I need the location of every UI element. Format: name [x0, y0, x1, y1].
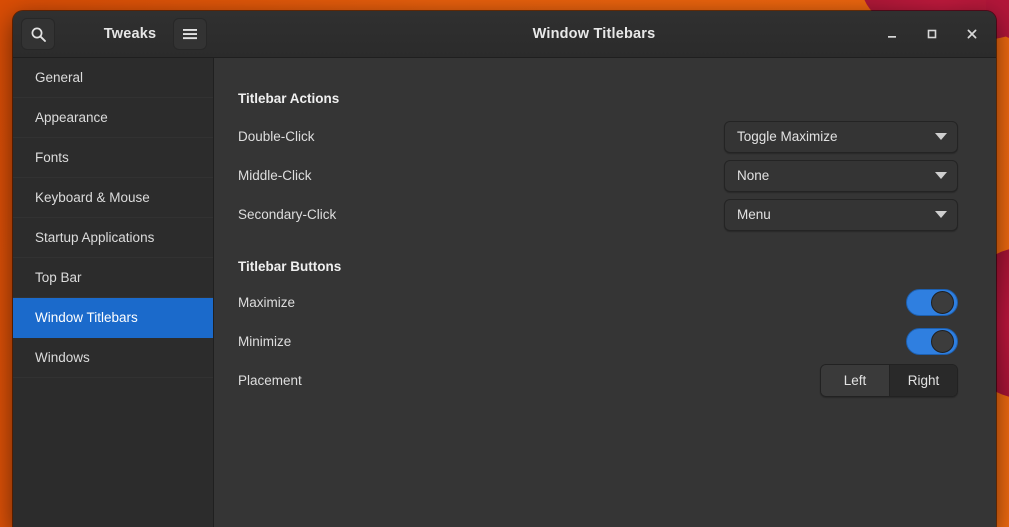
- middle-click-value: None: [737, 168, 770, 183]
- window-headerbar: Tweaks Window Titlebars: [13, 11, 996, 58]
- app-title: Tweaks: [103, 26, 157, 42]
- row-minimize: Minimize: [238, 322, 958, 361]
- window-controls: [880, 11, 984, 57]
- search-icon: [31, 27, 46, 42]
- double-click-dropdown[interactable]: Toggle Maximize: [724, 120, 958, 153]
- minimize-button[interactable]: [880, 22, 904, 46]
- hamburger-menu-icon: [183, 29, 197, 40]
- sidebar-item-startup-applications[interactable]: Startup Applications: [13, 218, 213, 258]
- close-button[interactable]: [960, 22, 984, 46]
- toggle-knob: [931, 330, 954, 353]
- titlebar-buttons-heading: Titlebar Buttons: [238, 259, 342, 274]
- sidebar-item-appearance[interactable]: Appearance: [13, 98, 213, 138]
- sidebar-item-general[interactable]: General: [13, 58, 213, 98]
- row-middle-click: Middle-Click None: [238, 156, 958, 195]
- minimize-toggle[interactable]: [906, 328, 958, 355]
- row-placement: Placement Left Right: [238, 361, 958, 400]
- minimize-control-slot: [906, 328, 958, 355]
- sidebar-item-label: General: [35, 70, 84, 85]
- window-body: General Appearance Fonts Keyboard & Mous…: [13, 58, 996, 527]
- sidebar-item-label: Appearance: [35, 110, 108, 125]
- placement-control-slot: Left Right: [820, 364, 958, 397]
- placement-option-right[interactable]: Right: [889, 365, 957, 396]
- placement-label: Placement: [238, 373, 302, 388]
- minimize-label: Minimize: [238, 334, 292, 349]
- secondary-click-label: Secondary-Click: [238, 207, 337, 222]
- minimize-icon: [888, 36, 896, 38]
- sidebar-nav: General Appearance Fonts Keyboard & Mous…: [13, 58, 214, 527]
- middle-click-dropdown[interactable]: None: [724, 159, 958, 192]
- middle-click-label: Middle-Click: [238, 168, 312, 183]
- placement-segmented-control: Left Right: [820, 364, 958, 397]
- page-title: Window Titlebars: [532, 26, 656, 42]
- close-icon: [967, 29, 977, 39]
- sidebar-item-label: Fonts: [35, 150, 69, 165]
- desktop-background: Tweaks Window Titlebars General Appearan…: [0, 0, 1009, 527]
- double-click-value: Toggle Maximize: [737, 129, 838, 144]
- maximize-control-slot: [906, 289, 958, 316]
- settings-content: Titlebar Actions Double-Click Toggle Max…: [214, 58, 996, 527]
- maximize-toggle[interactable]: [906, 289, 958, 316]
- search-button[interactable]: [21, 18, 55, 50]
- headerbar-left-section: Tweaks: [13, 11, 214, 57]
- maximize-icon: [927, 29, 937, 39]
- row-double-click: Double-Click Toggle Maximize: [238, 117, 958, 156]
- chevron-down-icon: [935, 172, 947, 179]
- sidebar-item-keyboard-mouse[interactable]: Keyboard & Mouse: [13, 178, 213, 218]
- secondary-click-control-slot: Menu: [724, 198, 958, 231]
- titlebar-actions-heading: Titlebar Actions: [238, 91, 340, 106]
- sidebar-item-label: Window Titlebars: [35, 310, 138, 325]
- maximize-label: Maximize: [238, 295, 296, 310]
- row-secondary-click: Secondary-Click Menu: [238, 195, 958, 234]
- maximize-button[interactable]: [920, 22, 944, 46]
- toggle-knob: [931, 291, 954, 314]
- double-click-label: Double-Click: [238, 129, 315, 144]
- placement-option-left[interactable]: Left: [821, 365, 889, 396]
- tweaks-window: Tweaks Window Titlebars General Appearan…: [13, 11, 996, 527]
- secondary-click-value: Menu: [737, 207, 771, 222]
- row-maximize: Maximize: [238, 283, 958, 322]
- sidebar-item-window-titlebars[interactable]: Window Titlebars: [13, 298, 213, 338]
- sidebar-item-label: Keyboard & Mouse: [35, 190, 150, 205]
- sidebar-item-windows[interactable]: Windows: [13, 338, 213, 378]
- chevron-down-icon: [935, 211, 947, 218]
- sidebar-item-label: Windows: [35, 350, 90, 365]
- double-click-control-slot: Toggle Maximize: [724, 120, 958, 153]
- chevron-down-icon: [935, 133, 947, 140]
- secondary-click-dropdown[interactable]: Menu: [724, 198, 958, 231]
- sidebar-item-label: Startup Applications: [35, 230, 155, 245]
- sidebar-item-top-bar[interactable]: Top Bar: [13, 258, 213, 298]
- middle-click-control-slot: None: [724, 159, 958, 192]
- main-menu-button[interactable]: [173, 18, 207, 50]
- sidebar-item-fonts[interactable]: Fonts: [13, 138, 213, 178]
- sidebar-item-label: Top Bar: [35, 270, 82, 285]
